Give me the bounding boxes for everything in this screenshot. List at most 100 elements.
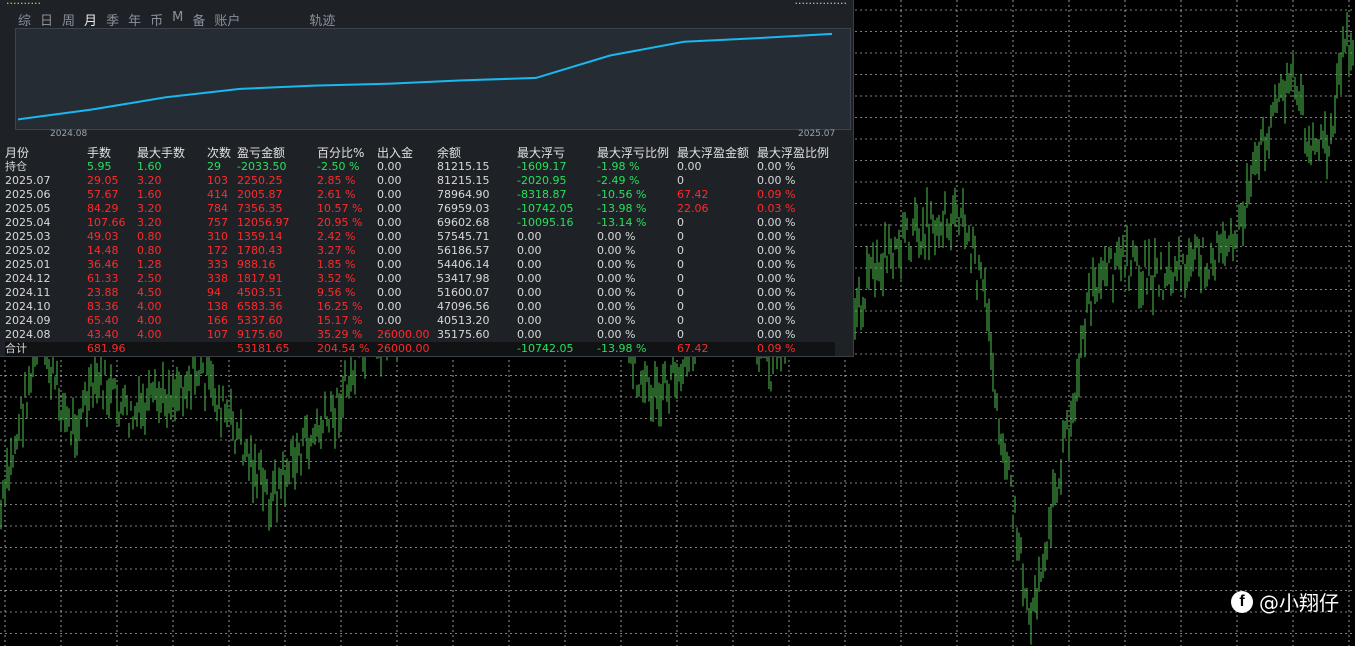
table-row: 2025.05 84.29 3.20 784 7356.35 10.57 % 0.00 769… xyxy=(5,202,835,216)
total-cell-max_fp: 67.42 xyxy=(677,342,757,356)
cell-max_fp: 0 xyxy=(677,230,684,243)
cell-max_dd: 0.00 xyxy=(517,286,542,299)
table-row: 2025.06 57.67 1.60 414 2005.87 2.61 % 0.00 7896… xyxy=(5,188,835,202)
watermark-text: @小翔仔 xyxy=(1259,591,1339,615)
total-cell-count xyxy=(207,342,237,356)
cell-max_dd_pct: 0.00 % xyxy=(597,258,636,271)
cell-month: 2024.09 xyxy=(5,314,51,327)
cell-max_lots: 0.80 xyxy=(137,230,162,243)
cell-io: 0.00 xyxy=(377,216,402,229)
table-row: 持仓 5.95 1.60 29 -2033.50 -2.50 % 0.00 81215.15 -… xyxy=(5,160,835,174)
cell-balance: 76959.03 xyxy=(437,202,490,215)
period-tabs: 综日周月季年币 M 备账户 轨迹 xyxy=(18,10,344,29)
column-header: 余额 xyxy=(437,145,462,160)
cell-lots: 49.03 xyxy=(87,230,119,243)
cell-max_dd_pct: 0.00 % xyxy=(597,300,636,313)
cell-max_dd_pct: 0.00 % xyxy=(597,328,636,341)
cell-max_fp_pct: 0.00 % xyxy=(757,258,796,271)
cell-pnl: 6583.36 xyxy=(237,300,283,313)
tab-4[interactable]: 季 xyxy=(106,10,119,29)
cell-max_fp_pct: 0.00 % xyxy=(757,160,796,173)
cell-io: 0.00 xyxy=(377,188,402,201)
cell-balance: 40513.20 xyxy=(437,314,490,327)
cell-max_dd: 0.00 xyxy=(517,258,542,271)
tab-2[interactable]: 周 xyxy=(62,10,75,29)
cell-count: 310 xyxy=(207,230,228,243)
cell-lots: 29.05 xyxy=(87,174,119,187)
cell-count: 172 xyxy=(207,244,228,257)
cell-month: 2025.07 xyxy=(5,174,51,187)
cell-balance: 56186.57 xyxy=(437,244,490,257)
cell-max_dd_pct: -13.98 % xyxy=(597,202,647,215)
cell-lots: 36.46 xyxy=(87,258,119,271)
total-cell-max_lots xyxy=(137,342,207,356)
table-header-row: 月份 手数 最大手数 次数 盈亏金额 百分比% 出入金 余额 最大浮亏 最大浮亏比例 最大浮盈金额最… xyxy=(5,145,835,160)
cell-max_fp: 0 xyxy=(677,300,684,313)
table-row: 2024.10 83.36 4.00 138 6583.36 16.25 % 0.00 470… xyxy=(5,300,835,314)
cell-max_fp: 0 xyxy=(677,244,684,257)
cell-max_fp_pct: 0.00 % xyxy=(757,216,796,229)
tab-5[interactable]: 年 xyxy=(128,10,141,29)
cell-lots: 107.66 xyxy=(87,216,126,229)
cell-month: 2025.01 xyxy=(5,258,51,271)
cell-count: 338 xyxy=(207,272,228,285)
cell-balance: 57545.71 xyxy=(437,230,490,243)
cell-count: 757 xyxy=(207,216,228,229)
facebook-icon: f xyxy=(1231,590,1253,613)
panel-top-text-left: .......... xyxy=(6,0,41,7)
tab-8[interactable]: 备 xyxy=(192,10,205,29)
column-header: 次数 xyxy=(207,145,232,160)
cell-month: 2025.06 xyxy=(5,188,51,201)
cell-count: 29 xyxy=(207,160,221,173)
cell-max_fp: 0 xyxy=(677,272,684,285)
cell-balance: 81215.15 xyxy=(437,160,490,173)
cell-max_lots: 3.20 xyxy=(137,216,162,229)
tab-9[interactable]: 账户 xyxy=(214,10,240,29)
cell-month: 2024.12 xyxy=(5,272,51,285)
cell-pct: 3.27 % xyxy=(317,244,356,257)
cell-pct: 2.61 % xyxy=(317,188,356,201)
equity-x-start-label: 2024.08 xyxy=(50,129,88,139)
cell-balance: 47096.56 xyxy=(437,300,490,313)
cell-max_fp_pct: 0.00 % xyxy=(757,230,796,243)
cell-balance: 35175.60 xyxy=(437,328,490,341)
cell-lots: 61.33 xyxy=(87,272,119,285)
tab-0[interactable]: 综 xyxy=(18,10,31,29)
cell-max_dd: 0.00 xyxy=(517,230,542,243)
cell-lots: 57.67 xyxy=(87,188,119,201)
total-cell-lots: 681.96 xyxy=(87,342,137,356)
table-row: 2024.12 61.33 2.50 338 1817.91 3.52 % 0.00 5341… xyxy=(5,272,835,286)
cell-count: 333 xyxy=(207,258,228,271)
cell-pct: 2.42 % xyxy=(317,230,356,243)
cell-max_dd_pct: -2.49 % xyxy=(597,174,640,187)
equity-x-end-label: 2025.07 xyxy=(798,129,836,139)
tab-3[interactable]: 月 xyxy=(84,10,97,29)
table-row: 2024.08 43.40 4.00 107 9175.60 35.29 % 26000.0… xyxy=(5,328,835,342)
total-cell-max_dd_pct: -13.98 % xyxy=(597,342,677,356)
tab-7[interactable]: M xyxy=(172,10,183,29)
cell-max_dd: -8318.87 xyxy=(517,188,567,201)
cell-pct: 35.29 % xyxy=(317,328,363,341)
cell-balance: 78964.90 xyxy=(437,188,490,201)
cell-pnl: 9175.60 xyxy=(237,328,283,341)
watermark: f @小翔仔 xyxy=(1231,587,1339,616)
tab-1[interactable]: 日 xyxy=(40,10,53,29)
monthly-stats-panel: .......... ............... 综日周月季年币 M 备账户 轨迹… xyxy=(0,0,854,357)
cell-max_lots: 4.00 xyxy=(137,314,162,327)
cell-max_fp_pct: 0.00 % xyxy=(757,300,796,313)
column-header: 最大浮盈金额 xyxy=(677,145,750,160)
column-header: 最大浮亏 xyxy=(517,145,566,160)
tab-6[interactable]: 币 xyxy=(150,10,163,29)
table-row: 2025.03 49.03 0.80 310 1359.14 2.42 % 0.00 5754… xyxy=(5,230,835,244)
cell-io: 0.00 xyxy=(377,286,402,299)
column-header: 月份 xyxy=(5,145,30,160)
cell-count: 107 xyxy=(207,328,228,341)
cell-lots: 43.40 xyxy=(87,328,119,341)
table-row: 2024.09 65.40 4.00 166 5337.60 15.17 % 0.00 405… xyxy=(5,314,835,328)
cell-max_fp_pct: 0.00 % xyxy=(757,314,796,327)
cell-max_dd: 0.00 xyxy=(517,300,542,313)
tab-10[interactable]: 轨迹 xyxy=(309,10,335,29)
cell-max_dd_pct: 0.00 % xyxy=(597,244,636,257)
cell-io: 0.00 xyxy=(377,230,402,243)
cell-max_fp_pct: 0.00 % xyxy=(757,328,796,341)
